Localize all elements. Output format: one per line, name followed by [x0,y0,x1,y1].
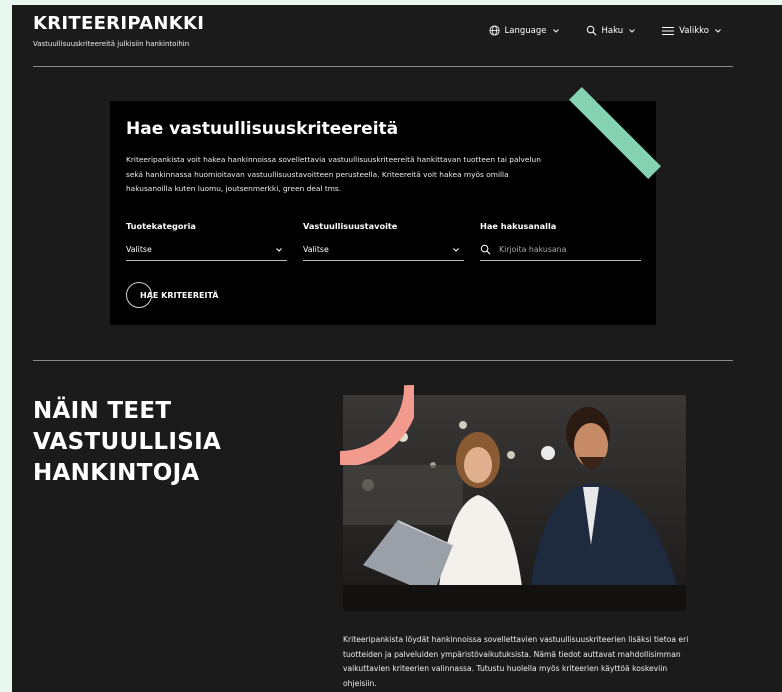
goal-label: Vastuullisuustavoite [303,221,398,231]
section-heading: NÄIN TEET VASTUULLISIA HANKINTOJA [33,396,221,489]
search-criteria-button[interactable]: HAE KRITEEREITÄ [126,282,219,308]
main-menu-button[interactable]: Valikko [662,26,722,36]
search-menu-button[interactable]: Haku [586,25,637,36]
coral-arc-decoration [339,384,414,465]
language-menu-button[interactable]: Language [489,25,560,36]
chevron-down-icon [629,28,636,33]
category-label: Tuotekategoria [126,221,196,231]
menu-icon [662,26,675,35]
search-panel: Hae vastuullisuuskriteereitä Kriteeripan… [110,101,656,325]
keyword-label: Hae hakusanalla [480,221,557,231]
category-value: Valitse [126,245,152,254]
section-body-text: Kriteeripankista löydät hankinnoissa sov… [343,635,689,688]
keyword-search-box [480,239,641,261]
chevron-down-icon [715,28,721,33]
heading-line-2: VASTUULLISIA [33,429,222,455]
chevron-down-icon [552,28,559,33]
header-divider [33,66,733,67]
chevron-down-icon [276,247,282,252]
menu-label: Valikko [679,25,709,36]
keyword-input[interactable] [499,245,629,254]
brand-subtitle: Vastuullisuuskriteereitä julkisiin hanki… [33,40,190,48]
search-label: Haku [601,25,624,36]
category-field: Tuotekategoria Valitse [126,221,287,261]
search-icon [586,25,596,36]
page: KRITEERIPANKKI Vastuullisuuskriteereitä … [12,5,782,692]
goal-value: Valitse [303,245,329,254]
heading-line-1: NÄIN TEET [33,398,172,424]
section-divider [33,360,733,361]
brand[interactable]: KRITEERIPANKKI Vastuullisuuskriteereitä … [33,13,204,48]
search-fields: Tuotekategoria Valitse Vastuullisuustavo… [126,221,641,261]
goal-field: Vastuullisuustavoite Valitse [303,221,464,261]
brand-title: KRITEERIPANKKI [33,13,205,34]
chevron-down-icon [453,247,459,252]
category-select[interactable]: Valitse [126,239,287,261]
main-nav: Language Haku Valikko [489,25,722,36]
search-icon [480,244,491,255]
globe-icon [489,25,500,36]
heading-line-3: HANKINTOJA [33,460,200,486]
language-label: Language [504,25,547,36]
button-circle-decoration [126,282,152,308]
goal-select[interactable]: Valitse [303,239,464,261]
keyword-field: Hae hakusanalla [480,221,641,261]
panel-description: Kriteeripankista voit hakea hankinnoissa… [126,155,541,193]
panel-title: Hae vastuullisuuskriteereitä [126,119,399,139]
